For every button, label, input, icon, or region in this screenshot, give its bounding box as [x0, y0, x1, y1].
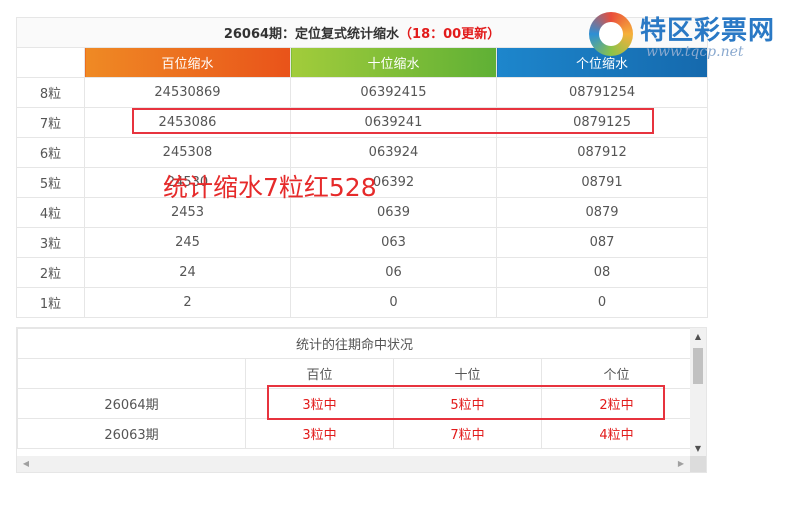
vertical-scroll-thumb[interactable]	[693, 348, 703, 384]
title-text: 26064期：定位复式统计缩水	[223, 27, 400, 42]
history-header-blank	[17, 358, 246, 389]
row-label: 5粒	[16, 167, 85, 198]
header-blank	[16, 47, 85, 78]
cell-units: 08	[495, 257, 709, 288]
vertical-scrollbar[interactable]: ▲ ▼	[690, 328, 706, 456]
scroll-right-icon[interactable]: ▶	[674, 456, 688, 472]
cell-hundreds: 24	[84, 257, 291, 288]
overlay-annotation: 统计缩水7粒红528	[163, 173, 377, 202]
cell-units: 0	[495, 287, 709, 318]
hit-hundreds: 3粒中	[245, 418, 394, 449]
scrollbar-corner	[690, 456, 706, 472]
cell-units: 087912	[495, 137, 709, 168]
cell-tens: 063924	[290, 137, 497, 168]
row-label: 3粒	[16, 227, 85, 258]
history-header-units: 个位	[540, 358, 693, 389]
row-label: 8粒	[16, 77, 85, 108]
history-header-hundreds: 百位	[245, 358, 394, 389]
row-label: 1粒	[16, 287, 85, 318]
header-hundreds: 百位缩水	[84, 47, 291, 78]
cell-units: 08791254	[495, 77, 709, 108]
row-label: 2粒	[16, 257, 85, 288]
cell-hundreds: 2	[84, 287, 291, 318]
cell-tens: 06392415	[290, 77, 497, 108]
row-label: 4粒	[16, 197, 85, 228]
title-update-time: （18：00更新）	[399, 27, 501, 42]
cell-tens: 06	[290, 257, 497, 288]
cell-units: 08791	[495, 167, 709, 198]
cell-hundreds: 245308	[84, 137, 291, 168]
cell-tens: 0	[290, 287, 497, 318]
scroll-down-icon[interactable]: ▼	[690, 442, 706, 456]
history-period: 26064期	[17, 388, 246, 419]
site-logo: 特区彩票网 www.tqcp.net	[586, 8, 776, 64]
table-row: 1粒 2 0 0	[16, 287, 709, 318]
row-label: 7粒	[16, 107, 85, 138]
swirl-logo-icon	[589, 12, 633, 56]
cell-tens: 063	[290, 227, 497, 258]
cell-units: 0879	[495, 197, 709, 228]
history-header-tens: 十位	[393, 358, 542, 389]
logo-url: www.tqcp.net	[646, 44, 744, 60]
cell-units: 087	[495, 227, 709, 258]
history-title-row: 统计的往期命中状况	[17, 328, 693, 359]
logo-brand: 特区彩票网	[640, 16, 776, 46]
highlight-box-latest-period	[267, 385, 665, 420]
row-label: 6粒	[16, 137, 85, 168]
cell-hundreds: 245	[84, 227, 291, 258]
highlight-box-7-row	[132, 108, 654, 134]
history-period: 26063期	[17, 418, 246, 449]
scroll-left-icon[interactable]: ◀	[19, 456, 33, 472]
history-header-row: 百位 十位 个位	[17, 358, 693, 389]
table-row: 3粒 245 063 087	[16, 227, 709, 258]
hit-tens: 7粒中	[393, 418, 542, 449]
cell-hundreds: 24530869	[84, 77, 291, 108]
table-row: 8粒 24530869 06392415 08791254	[16, 77, 709, 108]
hit-units: 4粒中	[540, 418, 693, 449]
header-tens: 十位缩水	[290, 47, 497, 78]
table-row: 2粒 24 06 08	[16, 257, 709, 288]
horizontal-scrollbar[interactable]: ◀ ▶	[17, 456, 706, 472]
table-row: 26063期 3粒中 7粒中 4粒中	[17, 418, 693, 449]
scroll-up-icon[interactable]: ▲	[690, 330, 706, 344]
history-title: 统计的往期命中状况	[17, 328, 693, 359]
table-row: 6粒 245308 063924 087912	[16, 137, 709, 168]
